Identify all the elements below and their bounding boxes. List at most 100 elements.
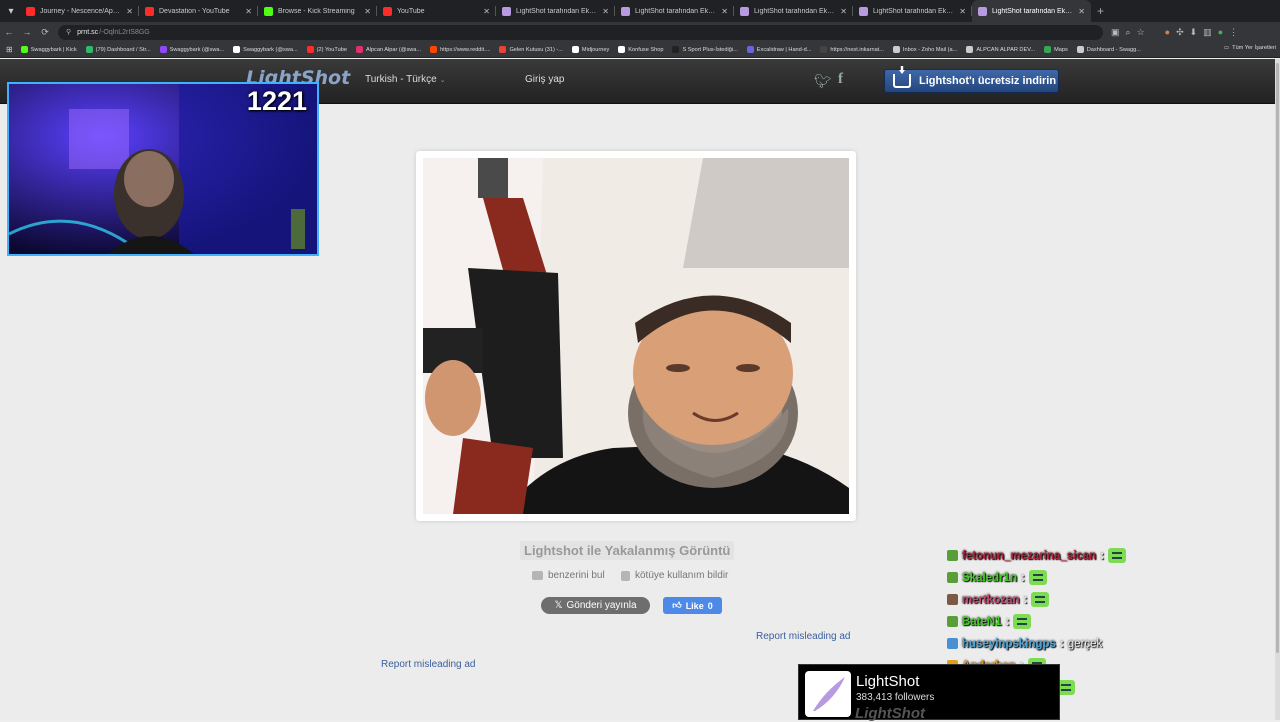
login-link[interactable]: Giriş yap bbox=[525, 74, 564, 85]
bookmark-favicon-icon bbox=[672, 46, 680, 53]
chat-emote-icon bbox=[1028, 570, 1047, 585]
bookmark-favicon-icon bbox=[892, 46, 900, 53]
chat-emote-icon bbox=[1108, 548, 1127, 563]
tab-favicon-icon bbox=[145, 6, 154, 16]
bookmark-item[interactable]: Swaggybark | Kick bbox=[20, 46, 77, 53]
chat-emote-icon bbox=[1013, 614, 1032, 629]
browser-tab[interactable]: LightShot tarafından Ekran Görüntüsü ✕ bbox=[496, 0, 615, 22]
bookmarks-bar: ⊞ Swaggybark | Kick (79) Dashboard / Str.… bbox=[0, 42, 1280, 58]
report-abuse-label: kötüye kullanım bildir bbox=[635, 570, 729, 581]
downloads-icon[interactable]: ⬇ bbox=[1190, 27, 1198, 38]
chat-username: mertkozan bbox=[962, 593, 1020, 606]
bookmark-label: Swaggybark | Kick bbox=[30, 46, 77, 53]
report-misleading-ad-link[interactable]: Report misleading ad bbox=[756, 631, 851, 642]
browser-tab[interactable]: LightShot tarafından Ekran Görüntüsü ✕ bbox=[734, 0, 853, 22]
site-info-icon[interactable]: ⚲ bbox=[66, 28, 71, 36]
chat-colon: : bbox=[1023, 593, 1028, 606]
bookmark-item[interactable]: ALPCAN ALPAR DEV... bbox=[966, 46, 1035, 53]
bookmark-item[interactable]: Inbox - Zoho Mail (a... bbox=[892, 46, 957, 53]
extension-icon[interactable]: ● bbox=[1165, 27, 1170, 37]
tweet-button-label: Gönderi yayınla bbox=[566, 600, 637, 611]
tab-search-button[interactable]: ▾ bbox=[2, 2, 20, 20]
report-abuse-link[interactable]: kötüye kullanım bildir bbox=[621, 570, 728, 581]
tab-close-icon[interactable]: ✕ bbox=[245, 7, 252, 16]
tab-close-icon[interactable]: ✕ bbox=[126, 7, 133, 16]
twitter-icon[interactable]: 🐦︎ bbox=[814, 73, 832, 90]
tab-close-icon[interactable]: ✕ bbox=[840, 7, 847, 16]
apps-grid-icon[interactable]: ⊞ bbox=[6, 45, 13, 54]
bookmark-star-icon[interactable]: ☆ bbox=[1137, 27, 1145, 38]
browser-tab[interactable]: Devastation - YouTube ✕ bbox=[139, 0, 258, 22]
facebook-like-button[interactable]: 👍︎ Like 0 bbox=[663, 597, 722, 614]
find-similar-label: benzerini bul bbox=[548, 570, 605, 581]
chat-badge-icon bbox=[947, 594, 958, 605]
browser-tab[interactable]: Journey - Nescence/Apotheosis ✕ bbox=[20, 0, 139, 22]
browser-tab[interactable]: LightShot tarafından Ekran Görüntüsü ✕ bbox=[972, 0, 1091, 22]
report-misleading-ad-link[interactable]: Report misleading ad bbox=[381, 659, 476, 670]
bookmark-item[interactable]: Midjourney bbox=[571, 46, 609, 53]
bookmark-item[interactable]: (2) YouTube bbox=[306, 46, 347, 53]
tweet-button[interactable]: 𝕏 Gönderi yayınla bbox=[541, 597, 650, 614]
bookmark-item[interactable]: Swaggybark (@swa... bbox=[233, 46, 298, 53]
tab-favicon-icon bbox=[502, 6, 511, 16]
bookmark-label: Swaggybark (@swa... bbox=[243, 46, 298, 53]
bookmark-item[interactable]: Dashboard - Swagg... bbox=[1076, 46, 1141, 53]
chat-colon: : bbox=[1100, 549, 1105, 562]
browser-tab[interactable]: YouTube ✕ bbox=[377, 0, 496, 22]
screenshot-image[interactable] bbox=[423, 158, 849, 514]
facebook-icon[interactable]: f bbox=[838, 71, 843, 88]
download-button[interactable]: Lightshot'ı ücretsiz indirin bbox=[884, 69, 1059, 93]
tab-close-icon[interactable]: ✕ bbox=[959, 7, 966, 16]
language-label: Turkish - Türkçe bbox=[365, 74, 437, 85]
reload-icon[interactable]: ⟳ bbox=[36, 27, 54, 38]
bookmark-item[interactable]: Excalidraw | Hand-d... bbox=[746, 46, 811, 53]
extensions-puzzle-icon[interactable]: ✣ bbox=[1176, 27, 1184, 38]
bookmark-favicon-icon bbox=[966, 46, 974, 53]
tab-close-icon[interactable]: ✕ bbox=[721, 7, 728, 16]
bookmark-label: Maps bbox=[1054, 46, 1068, 53]
page-scrollbar[interactable] bbox=[1275, 59, 1280, 720]
bookmark-favicon-icon bbox=[746, 46, 754, 53]
tab-close-icon[interactable]: ✕ bbox=[602, 7, 609, 16]
bookmark-favicon-icon bbox=[20, 46, 28, 53]
chevron-down-icon: ⌄ bbox=[439, 77, 446, 84]
browser-tab[interactable]: Browse - Kick Streaming ✕ bbox=[258, 0, 377, 22]
address-bar[interactable]: ⚲ prnt.sc /-OqlnL2rIS8GG bbox=[58, 24, 1103, 40]
language-selector[interactable]: Turkish - Türkçe ⌄ bbox=[365, 74, 446, 85]
profile-avatar-icon[interactable]: ● bbox=[1218, 27, 1223, 37]
bookmark-item[interactable]: (79) Dashboard / Str... bbox=[85, 46, 151, 53]
zoom-icon[interactable]: ⌕ bbox=[1126, 27, 1131, 38]
new-tab-button[interactable]: + bbox=[1097, 4, 1104, 18]
tab-close-icon[interactable]: ✕ bbox=[1078, 7, 1085, 16]
browser-tab[interactable]: LightShot tarafından Ekran Görüntüsü ✕ bbox=[615, 0, 734, 22]
browser-tab[interactable]: LightShot tarafından Ekran Görüntüsü ✕ bbox=[853, 0, 972, 22]
bookmark-label: Konfuse Shop bbox=[628, 46, 664, 53]
x-logo-icon: 𝕏 bbox=[554, 600, 563, 611]
chat-username: BateN1 bbox=[962, 615, 1002, 628]
bookmark-item[interactable]: https://www.reddit.... bbox=[430, 46, 490, 53]
sidebar-icon[interactable]: ▥ bbox=[1203, 27, 1212, 38]
menu-kebab-icon[interactable]: ⋮ bbox=[1229, 27, 1238, 38]
tab-favicon-icon bbox=[978, 6, 987, 16]
bookmark-label: Swaggybark (@swa... bbox=[169, 46, 225, 53]
chat-message: Skaledr1n: bbox=[947, 569, 1047, 586]
tab-close-icon[interactable]: ✕ bbox=[364, 7, 371, 16]
bookmark-item[interactable]: S Sport Plus-İstediği... bbox=[672, 46, 738, 53]
bookmark-item[interactable]: https://nest.inkarnat... bbox=[820, 46, 884, 53]
bookmark-item[interactable]: Swaggybark (@swa... bbox=[159, 46, 225, 53]
tab-title: LightShot tarafından Ekran Görüntüsü bbox=[635, 7, 716, 15]
forward-icon[interactable]: → bbox=[18, 27, 36, 37]
tab-close-icon[interactable]: ✕ bbox=[483, 7, 490, 16]
like-count: 0 bbox=[707, 600, 713, 611]
bookmark-item[interactable]: Maps bbox=[1044, 46, 1068, 53]
find-similar-link[interactable]: benzerini bul bbox=[532, 570, 605, 581]
bookmark-label: Gelen Kutusu (31) -... bbox=[509, 46, 563, 53]
chat-username: fetonun_mezarina_sican bbox=[962, 549, 1097, 562]
bookmark-item[interactable]: Alpcan Alpar (@swa... bbox=[355, 46, 421, 53]
all-bookmarks[interactable]: ▭ Tüm Yer İşaretleri bbox=[1224, 45, 1276, 51]
bookmark-item[interactable]: Gelen Kutusu (31) -... bbox=[499, 46, 563, 53]
back-icon[interactable]: ← bbox=[0, 27, 18, 37]
install-app-icon[interactable]: ▣ bbox=[1111, 27, 1120, 38]
bookmark-item[interactable]: Konfuse Shop bbox=[618, 46, 663, 53]
bookmark-label: (2) YouTube bbox=[316, 46, 347, 53]
